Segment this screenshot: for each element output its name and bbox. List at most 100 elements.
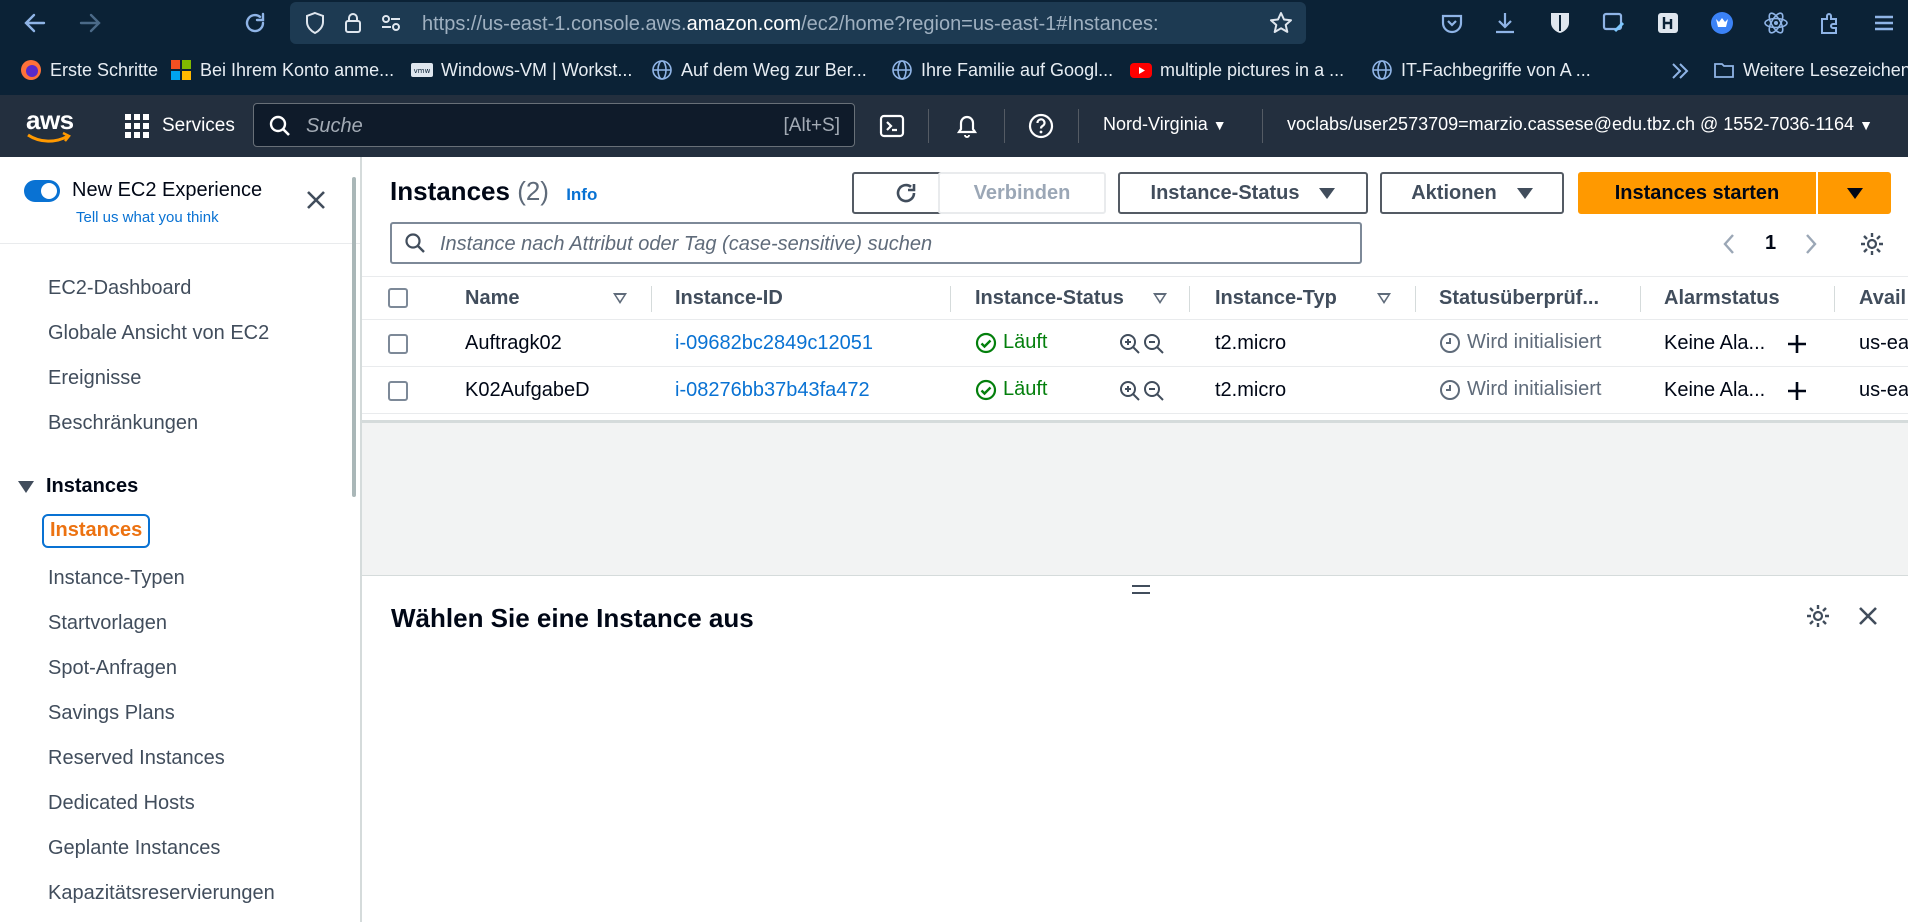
column-header-status-check[interactable]: Statusüberprüf... bbox=[1439, 287, 1599, 310]
instance-state-button[interactable]: Instance-Status bbox=[1118, 172, 1368, 214]
shield-icon[interactable] bbox=[302, 10, 328, 36]
instance-filter-input[interactable]: Instance nach Attribut oder Tag (case-se… bbox=[390, 222, 1362, 264]
column-header-name[interactable]: Name bbox=[465, 287, 519, 310]
sidebar-item-limits[interactable]: Beschränkungen bbox=[48, 412, 198, 435]
column-resizer[interactable] bbox=[1834, 286, 1835, 312]
url-text[interactable]: https://us-east-1.console.aws.amazon.com… bbox=[422, 13, 1159, 36]
youtube-icon bbox=[1130, 63, 1152, 78]
settings-gear-icon[interactable] bbox=[1859, 231, 1885, 257]
table-row[interactable]: Auftragk02 i-09682bc2849c12051 Läuft t2.… bbox=[362, 321, 1908, 367]
cell-instance-id-link[interactable]: i-08276bb37b43fa472 bbox=[675, 379, 870, 402]
column-resizer[interactable] bbox=[1415, 286, 1416, 312]
help-icon[interactable] bbox=[1028, 113, 1054, 139]
connect-button[interactable]: Verbinden bbox=[938, 172, 1106, 214]
column-resizer[interactable] bbox=[1640, 286, 1641, 312]
sidebar-scrollbar[interactable] bbox=[352, 177, 356, 497]
row-checkbox[interactable] bbox=[388, 334, 408, 354]
zoom-in-icon[interactable] bbox=[1119, 380, 1141, 402]
sidebar-item-scheduled-instances[interactable]: Geplante Instances bbox=[48, 837, 220, 860]
launch-instances-button[interactable]: Instances starten bbox=[1578, 172, 1816, 214]
column-resizer[interactable] bbox=[1189, 286, 1190, 312]
cloudshell-icon[interactable] bbox=[879, 113, 905, 139]
table-row[interactable]: K02AufgabeD i-08276bb37b43fa472 Läuft t2… bbox=[362, 368, 1908, 414]
column-header-instance-type[interactable]: Instance-Typ bbox=[1215, 287, 1337, 310]
notifications-bell-icon[interactable] bbox=[954, 112, 980, 140]
zoom-out-icon[interactable] bbox=[1143, 380, 1165, 402]
back-arrow-icon[interactable] bbox=[22, 10, 48, 36]
select-all-checkbox[interactable] bbox=[388, 288, 408, 308]
sidebar-item-dedicated-hosts[interactable]: Dedicated Hosts bbox=[48, 792, 195, 815]
sidebar-item-launch-templates[interactable]: Startvorlagen bbox=[48, 612, 167, 635]
row-checkbox[interactable] bbox=[388, 381, 408, 401]
chevron-right-icon[interactable] bbox=[1803, 232, 1819, 256]
sidebar-section-instances[interactable]: Instances bbox=[46, 475, 138, 498]
sidebar-item-capacity-reservations[interactable]: Kapazitätsreservierungen bbox=[48, 882, 275, 905]
account-menu[interactable]: voclabs/user2573709=marzio.cassese@edu.t… bbox=[1287, 114, 1873, 135]
column-header-alarm-status[interactable]: Alarmstatus bbox=[1664, 287, 1780, 310]
aws-logo[interactable]: aws bbox=[26, 105, 74, 144]
bookmark-item[interactable]: vmw Windows-VM | Workst... bbox=[411, 59, 632, 81]
plus-icon[interactable] bbox=[1786, 380, 1808, 402]
zoom-in-icon[interactable] bbox=[1119, 333, 1141, 355]
bookmark-item[interactable]: IT-Fachbegriffe von A ... bbox=[1371, 59, 1591, 81]
aws-search-input[interactable]: Suche [Alt+S] bbox=[253, 103, 855, 147]
new-experience-toggle[interactable] bbox=[24, 180, 60, 202]
column-header-instance-state[interactable]: Instance-Status bbox=[975, 287, 1124, 310]
sort-icon[interactable] bbox=[1153, 293, 1167, 304]
menu-hamburger-icon[interactable] bbox=[1871, 10, 1897, 36]
section-collapse-icon[interactable] bbox=[18, 481, 34, 493]
extension-h-icon[interactable] bbox=[1655, 10, 1681, 36]
chevron-left-icon[interactable] bbox=[1721, 232, 1737, 256]
sidebar-item-instance-types[interactable]: Instance-Typen bbox=[48, 567, 185, 590]
bitwarden-icon[interactable] bbox=[1547, 10, 1573, 36]
url-bar[interactable]: https://us-east-1.console.aws.amazon.com… bbox=[290, 2, 1306, 44]
download-icon[interactable] bbox=[1492, 10, 1518, 36]
sidebar-item-global-view[interactable]: Globale Ansicht von EC2 bbox=[48, 322, 269, 345]
services-menu[interactable]: Services bbox=[124, 113, 235, 139]
column-resizer[interactable] bbox=[950, 286, 951, 312]
bookmark-item[interactable]: Auf dem Weg zur Ber... bbox=[651, 59, 867, 81]
column-header-availability-zone[interactable]: Avail bbox=[1859, 287, 1906, 310]
bookmark-item[interactable]: Bei Ihrem Konto anme... bbox=[170, 59, 394, 81]
sort-icon[interactable] bbox=[1377, 293, 1391, 304]
sidebar-item-spot-requests[interactable]: Spot-Anfragen bbox=[48, 657, 177, 680]
sort-icon[interactable] bbox=[613, 293, 627, 304]
bookmark-item[interactable]: Ihre Familie auf Googl... bbox=[891, 59, 1113, 81]
cell-instance-type: t2.micro bbox=[1215, 332, 1287, 354]
sidebar-item-events[interactable]: Ereignisse bbox=[48, 367, 141, 390]
actions-button[interactable]: Aktionen bbox=[1380, 172, 1564, 214]
reload-icon[interactable] bbox=[242, 10, 268, 36]
bookmark-item[interactable]: Erste Schritte bbox=[20, 59, 158, 81]
cell-instance-id-link[interactable]: i-09682bc2849c12051 bbox=[675, 332, 873, 355]
close-detail-panel-icon[interactable] bbox=[1858, 606, 1878, 626]
column-header-instance-id[interactable]: Instance-ID bbox=[675, 287, 783, 310]
detail-settings-gear-icon[interactable] bbox=[1805, 603, 1831, 629]
page-title: Instances (2) Info bbox=[390, 176, 598, 206]
bookmark-folder-more[interactable]: Weitere Lesezeichen bbox=[1713, 59, 1908, 81]
sidebar-item-reserved-instances[interactable]: Reserved Instances bbox=[48, 747, 225, 770]
chevron-double-right-icon[interactable] bbox=[1669, 60, 1691, 82]
extension-fox-icon[interactable] bbox=[1709, 10, 1735, 36]
current-page[interactable]: 1 bbox=[1765, 232, 1776, 255]
region-selector[interactable]: Nord-Virginia ▼ bbox=[1103, 114, 1227, 135]
info-link[interactable]: Info bbox=[566, 185, 597, 204]
bookmark-star-icon[interactable] bbox=[1268, 10, 1294, 36]
forward-arrow-icon[interactable] bbox=[77, 10, 103, 36]
sidebar-item-ec2-dashboard[interactable]: EC2-Dashboard bbox=[48, 277, 191, 300]
react-icon[interactable] bbox=[1763, 10, 1789, 36]
extensions-puzzle-icon[interactable] bbox=[1817, 10, 1843, 36]
pocket-icon[interactable] bbox=[1439, 10, 1465, 36]
feedback-link[interactable]: Tell us what you think bbox=[76, 209, 219, 226]
zoom-out-icon[interactable] bbox=[1143, 333, 1165, 355]
permissions-icon[interactable] bbox=[378, 10, 404, 36]
column-resizer[interactable] bbox=[651, 286, 652, 312]
plus-icon[interactable] bbox=[1786, 333, 1808, 355]
launch-dropdown-button[interactable] bbox=[1818, 172, 1891, 214]
extension-edit-icon[interactable] bbox=[1601, 10, 1627, 36]
lock-icon[interactable] bbox=[340, 10, 366, 36]
split-panel-drag-handle[interactable] bbox=[1132, 585, 1150, 599]
sidebar-item-savings-plans[interactable]: Savings Plans bbox=[48, 702, 175, 725]
bookmark-item[interactable]: multiple pictures in a ... bbox=[1130, 59, 1344, 81]
close-sidebar-icon[interactable] bbox=[306, 190, 326, 210]
sidebar-item-instances[interactable]: Instances bbox=[42, 514, 151, 548]
